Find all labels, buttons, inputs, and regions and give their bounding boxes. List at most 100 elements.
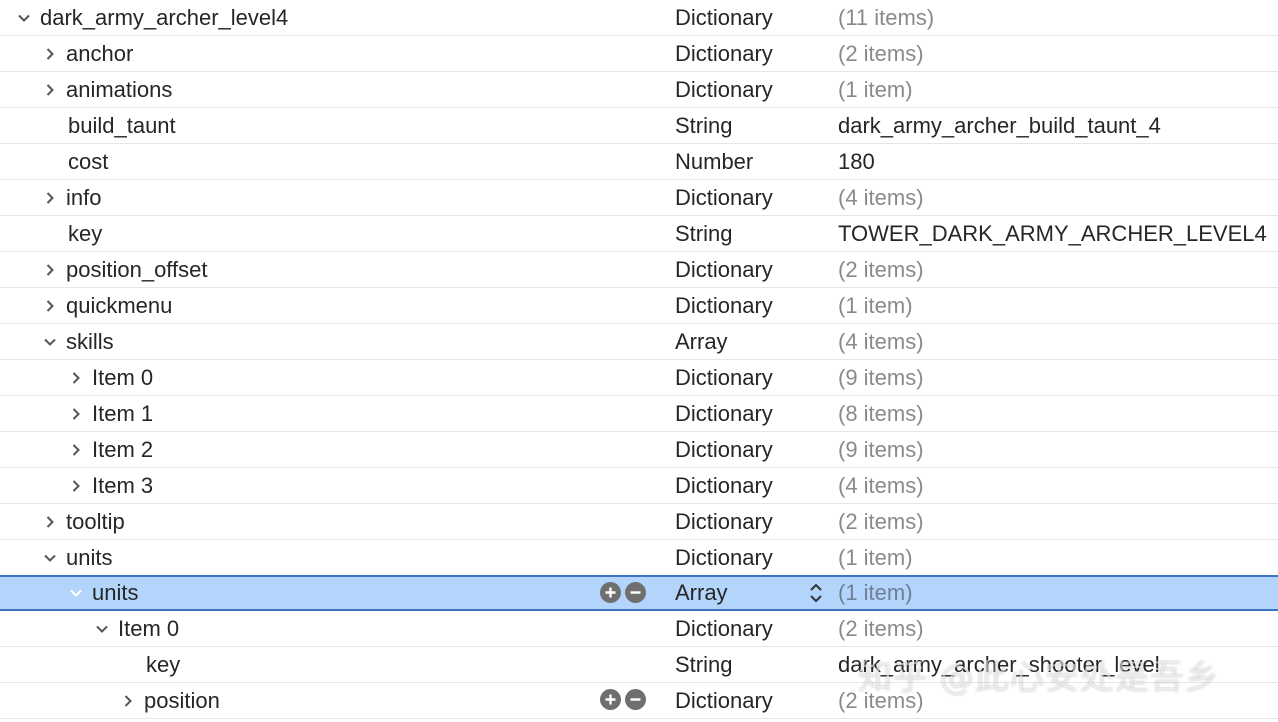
plist-editor: dark_army_archer_level4 Dictionary (11 i…: [0, 0, 1278, 719]
row-type[interactable]: Dictionary: [675, 72, 773, 107]
key-cell: key: [68, 216, 102, 251]
plist-row-unit-key[interactable]: key String dark_army_archer_shooter_leve…: [0, 647, 1278, 683]
plus-circle-icon[interactable]: [600, 582, 621, 603]
row-value: (8 items): [838, 400, 924, 426]
plist-row-info[interactable]: info Dictionary (4 items): [0, 180, 1278, 216]
plist-row-animations[interactable]: animations Dictionary (1 item): [0, 72, 1278, 108]
row-value: (2 items): [838, 508, 924, 534]
plist-row-units-array-selected[interactable]: units Array (1 item): [0, 575, 1278, 611]
key-cell: anchor: [40, 36, 133, 71]
chevron-right-icon[interactable]: [66, 476, 86, 496]
up-down-stepper-icon[interactable]: [806, 581, 826, 613]
chevron-down-icon[interactable]: [92, 619, 112, 639]
plist-row-skills-item-2[interactable]: Item 2 Dictionary (9 items): [0, 432, 1278, 468]
row-type[interactable]: String: [675, 216, 732, 251]
row-type[interactable]: Dictionary: [675, 0, 773, 35]
chevron-down-icon[interactable]: [40, 548, 60, 568]
row-type[interactable]: Dictionary: [675, 252, 773, 287]
row-value: (1 item): [838, 580, 913, 605]
plist-row-root[interactable]: dark_army_archer_level4 Dictionary (11 i…: [0, 0, 1278, 36]
row-type[interactable]: Dictionary: [675, 360, 773, 395]
chevron-down-icon[interactable]: [14, 8, 34, 28]
row-type[interactable]: Dictionary: [675, 432, 773, 467]
chevron-right-icon[interactable]: [40, 80, 60, 100]
row-type[interactable]: Number: [675, 144, 753, 179]
minus-circle-icon[interactable]: [625, 582, 646, 603]
key-cell: info: [40, 180, 101, 215]
row-value: (2 items): [838, 256, 924, 282]
key-cell: tooltip: [40, 504, 125, 539]
row-key: Item 1: [92, 400, 154, 426]
chevron-right-icon[interactable]: [40, 260, 60, 280]
add-remove-controls: [600, 582, 646, 603]
plist-row-units-item-0[interactable]: Item 0 Dictionary (2 items): [0, 611, 1278, 647]
row-key: tooltip: [66, 508, 125, 534]
row-type[interactable]: Dictionary: [675, 396, 773, 431]
row-type[interactable]: Array: [675, 324, 728, 359]
row-value: (1 item): [838, 76, 913, 102]
key-cell: dark_army_archer_level4: [14, 0, 288, 35]
chevron-right-icon[interactable]: [66, 368, 86, 388]
chevron-right-icon[interactable]: [118, 691, 138, 711]
plist-row-anchor[interactable]: anchor Dictionary (2 items): [0, 36, 1278, 72]
chevron-right-icon[interactable]: [40, 188, 60, 208]
plist-row-units[interactable]: units Dictionary (1 item): [0, 540, 1278, 576]
row-value: (4 items): [838, 328, 924, 354]
plist-row-skills[interactable]: skills Array (4 items): [0, 324, 1278, 360]
row-key: position: [144, 687, 220, 713]
row-type[interactable]: Dictionary: [675, 468, 773, 503]
row-value: (2 items): [838, 40, 924, 66]
chevron-right-icon[interactable]: [40, 296, 60, 316]
plist-row-position[interactable]: position Dictionary (2 items): [0, 683, 1278, 719]
plist-row-skills-item-0[interactable]: Item 0 Dictionary (9 items): [0, 360, 1278, 396]
row-type[interactable]: String: [675, 647, 732, 682]
row-type[interactable]: Dictionary: [675, 611, 773, 646]
chevron-right-icon[interactable]: [40, 44, 60, 64]
key-cell: key: [146, 647, 180, 682]
row-value[interactable]: 180: [838, 144, 875, 179]
row-type[interactable]: Array: [675, 577, 728, 609]
key-cell: units: [40, 540, 112, 575]
row-type[interactable]: Dictionary: [675, 36, 773, 71]
row-key: skills: [66, 328, 114, 354]
chevron-down-icon[interactable]: [40, 332, 60, 352]
chevron-right-icon[interactable]: [40, 512, 60, 532]
row-key: Item 3: [92, 472, 154, 498]
plist-row-skills-item-3[interactable]: Item 3 Dictionary (4 items): [0, 468, 1278, 504]
chevron-right-icon[interactable]: [66, 440, 86, 460]
plist-row-quickmenu[interactable]: quickmenu Dictionary (1 item): [0, 288, 1278, 324]
row-value: (4 items): [838, 184, 924, 210]
row-value[interactable]: dark_army_archer_shooter_level: [838, 647, 1160, 682]
row-value[interactable]: TOWER_DARK_ARMY_ARCHER_LEVEL4: [838, 216, 1267, 251]
plist-row-tooltip[interactable]: tooltip Dictionary (2 items): [0, 504, 1278, 540]
plist-row-skills-item-1[interactable]: Item 1 Dictionary (8 items): [0, 396, 1278, 432]
key-cell: build_taunt: [68, 108, 176, 143]
key-cell: Item 1: [66, 396, 153, 431]
key-cell: cost: [68, 144, 108, 179]
row-key: animations: [66, 76, 173, 102]
row-type[interactable]: Dictionary: [675, 180, 773, 215]
key-cell: position: [118, 683, 220, 718]
plist-row-cost[interactable]: cost Number 180: [0, 144, 1278, 180]
plist-row-key[interactable]: key String TOWER_DARK_ARMY_ARCHER_LEVEL4: [0, 216, 1278, 252]
plist-row-build-taunt[interactable]: build_taunt String dark_army_archer_buil…: [0, 108, 1278, 144]
chevron-right-icon[interactable]: [66, 404, 86, 424]
key-cell: Item 2: [66, 432, 153, 467]
key-cell: position_offset: [40, 252, 207, 287]
row-key: Item 0: [92, 364, 154, 390]
row-type[interactable]: Dictionary: [675, 504, 773, 539]
plus-circle-icon[interactable]: [600, 689, 621, 710]
row-key: info: [66, 184, 102, 210]
minus-circle-icon[interactable]: [625, 689, 646, 710]
chevron-down-icon[interactable]: [66, 583, 86, 603]
row-type[interactable]: Dictionary: [675, 288, 773, 323]
row-key: units: [92, 580, 139, 605]
key-cell: Item 0: [66, 360, 153, 395]
row-value: (11 items): [838, 4, 935, 30]
row-value[interactable]: dark_army_archer_build_taunt_4: [838, 108, 1161, 143]
row-type[interactable]: String: [675, 108, 732, 143]
row-type[interactable]: Dictionary: [675, 683, 773, 718]
row-value: (1 item): [838, 544, 913, 570]
row-type[interactable]: Dictionary: [675, 540, 773, 575]
plist-row-position-offset[interactable]: position_offset Dictionary (2 items): [0, 252, 1278, 288]
